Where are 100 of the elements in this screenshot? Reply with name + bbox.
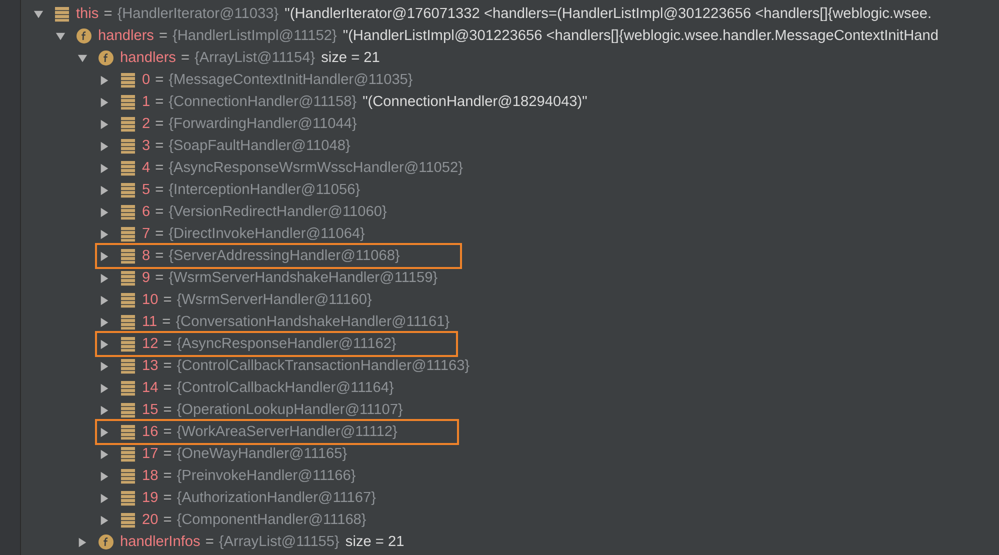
- variable-value: {WsrmServerHandler@11160}: [176, 292, 372, 308]
- stack-icon: [120, 512, 136, 528]
- variable-name: 20: [142, 512, 158, 528]
- equals-sign: =: [155, 160, 164, 176]
- variable-value: {ArrayList@11154}: [194, 50, 316, 66]
- expand-arrow-icon[interactable]: [99, 74, 110, 86]
- variable-value: {InterceptionHandler@11056}: [168, 182, 360, 198]
- variable-value: {MessageContextInitHandler@11035}: [168, 72, 413, 88]
- expand-arrow-icon[interactable]: [99, 426, 110, 438]
- variable-name: this: [76, 6, 99, 22]
- variable-value: {ArrayList@11155}: [218, 534, 340, 550]
- variable-name: 13: [142, 358, 158, 374]
- expand-arrow-icon[interactable]: [99, 272, 110, 284]
- variable-name: 1: [142, 94, 150, 110]
- stack-icon: [120, 358, 136, 374]
- equals-sign: =: [163, 336, 172, 352]
- variable-name: 18: [142, 468, 158, 484]
- variable-value: {WsrmServerHandshakeHandler@11159}: [168, 270, 438, 286]
- expand-arrow-icon[interactable]: [99, 294, 110, 306]
- field-icon: [76, 28, 92, 44]
- variable-value: {ControlCallbackTransactionHandler@11163}: [176, 358, 470, 374]
- variable-name: 14: [142, 380, 158, 396]
- stack-icon: [120, 402, 136, 418]
- variable-value: {SoapFaultHandler@11048}: [168, 138, 350, 154]
- field-icon: [98, 50, 114, 66]
- stack-icon: [120, 270, 136, 286]
- equals-sign: =: [155, 182, 164, 198]
- expand-arrow-icon[interactable]: [99, 140, 110, 152]
- stack-icon: [120, 72, 136, 88]
- expand-arrow-icon[interactable]: [99, 162, 110, 174]
- variable-name: 2: [142, 116, 150, 132]
- expand-arrow-icon[interactable]: [99, 448, 110, 460]
- variable-value: {AsyncResponseHandler@11162}: [176, 336, 396, 352]
- equals-sign: =: [205, 534, 214, 550]
- variable-name: 17: [142, 446, 158, 462]
- variable-name: 15: [142, 402, 158, 418]
- collapse-arrow-icon[interactable]: [77, 52, 88, 64]
- equals-sign: =: [155, 94, 164, 110]
- equals-sign: =: [163, 292, 172, 308]
- stack-icon: [120, 138, 136, 154]
- equals-sign: =: [155, 204, 164, 220]
- expand-arrow-icon[interactable]: [99, 404, 110, 416]
- variable-name: 9: [142, 270, 150, 286]
- stack-icon: [120, 226, 136, 242]
- variable-name: 8: [142, 248, 150, 264]
- expand-arrow-icon[interactable]: [99, 118, 110, 130]
- variable-value: {ServerAddressingHandler@11068}: [168, 248, 400, 264]
- variable-name: 10: [142, 292, 158, 308]
- equals-sign: =: [158, 28, 168, 44]
- variable-name: 12: [142, 336, 158, 352]
- variable-name: 6: [142, 204, 150, 220]
- expand-arrow-icon[interactable]: [99, 470, 110, 482]
- expand-arrow-icon[interactable]: [99, 228, 110, 240]
- variable-value: {VersionRedirectHandler@11060}: [168, 204, 387, 220]
- expand-arrow-icon[interactable]: [77, 536, 88, 548]
- stack-icon: [120, 204, 136, 220]
- equals-sign: =: [104, 6, 112, 22]
- equals-sign: =: [163, 424, 172, 440]
- value-summary: "(HandlerListImpl@301223656 <handlers[]{weblogic.wsee.handler.MessageContextInitHand: [342, 28, 938, 44]
- variable-name: 7: [142, 226, 150, 242]
- equals-sign: =: [163, 446, 172, 462]
- stack-icon: [120, 380, 136, 396]
- stack-icon: [120, 446, 136, 462]
- stack-icon: [120, 116, 136, 132]
- equals-sign: =: [155, 138, 164, 154]
- equals-sign: =: [163, 380, 172, 396]
- variable-value: {PreinvokeHandler@11166}: [176, 468, 356, 484]
- equals-sign: =: [163, 468, 172, 484]
- variable-value: {WorkAreaServerHandler@11112}: [176, 424, 398, 440]
- stack-icon: [120, 182, 136, 198]
- variable-value: {AuthorizationHandler@11167}: [176, 490, 376, 506]
- field-icon: [98, 534, 114, 550]
- variable-name: 4: [142, 160, 150, 176]
- collapse-arrow-icon[interactable]: [55, 30, 66, 42]
- variable-value: {HandlerListImpl@11152}: [172, 28, 337, 44]
- variable-name: 5: [142, 182, 150, 198]
- expand-arrow-icon[interactable]: [99, 316, 110, 328]
- expand-arrow-icon[interactable]: [99, 250, 110, 262]
- expand-arrow-icon[interactable]: [99, 492, 110, 504]
- variable-name: 0: [142, 72, 150, 88]
- equals-sign: =: [163, 512, 172, 528]
- expand-arrow-icon[interactable]: [99, 96, 110, 108]
- expand-arrow-icon[interactable]: [99, 184, 110, 196]
- variable-value: {ControlCallbackHandler@11164}: [176, 380, 394, 396]
- equals-sign: =: [163, 490, 172, 506]
- variable-name: 16: [142, 424, 158, 440]
- variable-name: handlers: [120, 50, 176, 66]
- stack-icon: [120, 314, 136, 330]
- expand-arrow-icon[interactable]: [99, 338, 110, 350]
- stack-icon: [120, 490, 136, 506]
- expand-arrow-icon[interactable]: [99, 360, 110, 372]
- value-summary: "(ConnectionHandler@18294043)": [362, 94, 588, 110]
- expand-arrow-icon[interactable]: [99, 382, 110, 394]
- variable-value: {HandlerIterator@11033}: [117, 6, 279, 22]
- stack-icon: [120, 336, 136, 352]
- expand-arrow-icon[interactable]: [99, 514, 110, 526]
- stack-icon: [120, 292, 136, 308]
- collapse-arrow-icon[interactable]: [33, 8, 44, 20]
- stack-icon: [120, 160, 136, 176]
- expand-arrow-icon[interactable]: [99, 206, 110, 218]
